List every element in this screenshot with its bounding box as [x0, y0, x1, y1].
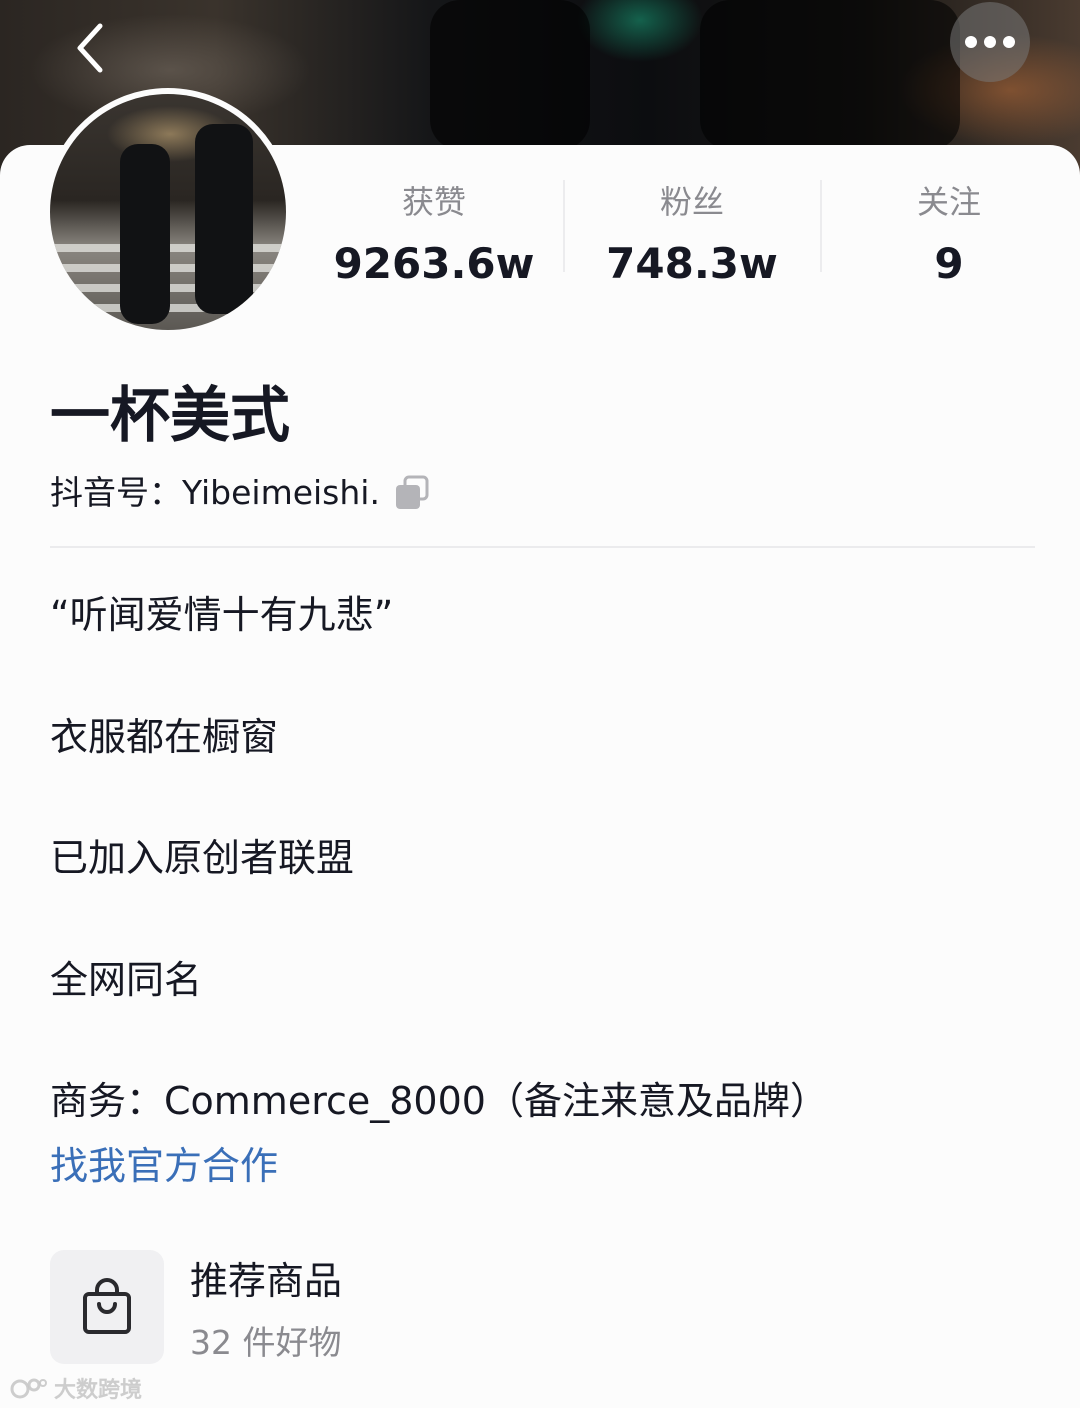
douyin-id-row: 抖音号：Yibeimeishi. [50, 470, 430, 516]
watermark: 大数跨境 [10, 1372, 142, 1404]
chevron-left-icon [77, 23, 103, 73]
bio-line: 全网同名 [50, 958, 203, 1002]
more-dots-icon [965, 36, 977, 48]
avatar[interactable] [44, 88, 292, 336]
profile-name: 一杯美式 [50, 381, 290, 451]
more-button[interactable] [950, 2, 1030, 82]
stat-likes-label: 获赞 [401, 183, 466, 221]
copy-icon[interactable] [394, 475, 430, 511]
recommend-subtitle: 32 件好物 [190, 1323, 342, 1362]
back-button[interactable] [60, 18, 120, 78]
stat-fans[interactable]: 粉丝 748.3w [563, 177, 821, 289]
douyin-id: 抖音号：Yibeimeishi. [50, 473, 380, 512]
stat-following-label: 关注 [916, 183, 981, 221]
stat-following-value: 9 [934, 239, 964, 288]
stat-fans-label: 粉丝 [659, 183, 724, 221]
shopping-bag-icon [83, 1278, 131, 1334]
divider [50, 546, 1035, 548]
watermark-text: 大数跨境 [54, 1378, 143, 1403]
more-dot [984, 36, 996, 48]
bio-line: 已加入原创者联盟 [50, 836, 355, 880]
stat-likes[interactable]: 获赞 9263.6w [305, 177, 563, 289]
avatar-image [50, 94, 286, 330]
recommend-title[interactable]: 推荐商品 [190, 1256, 342, 1306]
bio-line: 商务：Commerce_8000（备注来意及品牌） [50, 1079, 828, 1123]
stat-likes-value: 9263.6w [333, 239, 535, 288]
profile-page: 获赞 9263.6w 粉丝 748.3w 关注 9 一杯美式 抖音号：Yibei… [0, 0, 1080, 1408]
bio-line: 衣服都在橱窗 [50, 715, 279, 759]
stat-fans-value: 748.3w [606, 239, 778, 288]
bio-line: “听闻爱情十有九悲” [50, 593, 394, 637]
recommend-products-button[interactable] [50, 1250, 164, 1364]
more-dot [1003, 36, 1015, 48]
watermark-logo-icon [10, 1378, 47, 1399]
stat-following[interactable]: 关注 9 [820, 177, 1078, 289]
official-cooperation-link[interactable]: 找我官方合作 [50, 1140, 278, 1192]
